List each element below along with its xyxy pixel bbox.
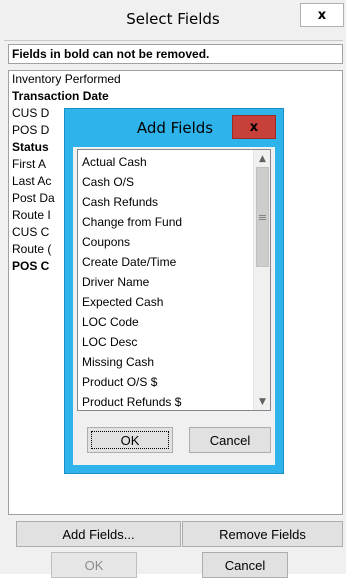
add-fields-button[interactable]: Add Fields...	[16, 521, 181, 547]
add-fields-cancel-button[interactable]: Cancel	[189, 427, 271, 453]
remove-fields-button[interactable]: Remove Fields	[182, 521, 343, 547]
list-item-change-from-fund[interactable]: Change from Fund	[78, 212, 254, 232]
chevron-down-icon[interactable]: ▼	[254, 393, 270, 410]
close-icon: x	[249, 119, 259, 135]
title-bar[interactable]: Select Fields x	[0, 0, 346, 38]
list-item-product-refunds[interactable]: Product Refunds $	[78, 392, 254, 410]
list-item-driver-name[interactable]: Driver Name	[78, 272, 254, 292]
select-fields-dialog: Select Fields x Fields in bold can not b…	[0, 0, 346, 578]
add-fields-dialog: Add Fields x Actual Cash Cash O/S Cash R…	[64, 108, 284, 474]
list-item-cash-refunds[interactable]: Cash Refunds	[78, 192, 254, 212]
list-item-expected-cash[interactable]: Expected Cash	[78, 292, 254, 312]
list-item-create-date-time[interactable]: Create Date/Time	[78, 252, 254, 272]
list-item-missing-cash[interactable]: Missing Cash	[78, 352, 254, 372]
bold-fields-notice: Fields in bold can not be removed.	[8, 44, 343, 64]
available-fields-list[interactable]: Actual Cash Cash O/S Cash Refunds Change…	[77, 149, 271, 411]
grip-icon: ≡	[257, 210, 268, 224]
list-item-loc-desc[interactable]: LOC Desc	[78, 332, 254, 352]
ok-button[interactable]: OK	[51, 552, 137, 578]
list-item-cash-os[interactable]: Cash O/S	[78, 172, 254, 192]
close-icon: x	[317, 7, 327, 23]
close-button[interactable]: x	[300, 3, 344, 27]
focus-ring	[91, 431, 169, 449]
dialog-title: Select Fields	[126, 10, 220, 28]
vertical-scrollbar[interactable]: ▲ ≡ ▼	[253, 150, 270, 410]
list-item-product-os[interactable]: Product O/S $	[78, 372, 254, 392]
chevron-up-icon[interactable]: ▲	[254, 150, 270, 167]
list-item-actual-cash[interactable]: Actual Cash	[78, 152, 254, 172]
list-item-coupons[interactable]: Coupons	[78, 232, 254, 252]
add-fields-close-button[interactable]: x	[232, 115, 276, 139]
add-fields-body: Actual Cash Cash O/S Cash Refunds Change…	[73, 147, 275, 465]
add-fields-ok-button[interactable]: OK	[87, 427, 173, 453]
field-transaction-date[interactable]: Transaction Date	[9, 88, 342, 105]
scrollbar-thumb[interactable]: ≡	[256, 167, 269, 267]
cancel-button[interactable]: Cancel	[202, 552, 288, 578]
field-inventory-performed[interactable]: Inventory Performed	[9, 71, 342, 88]
list-item-loc-code[interactable]: LOC Code	[78, 312, 254, 332]
